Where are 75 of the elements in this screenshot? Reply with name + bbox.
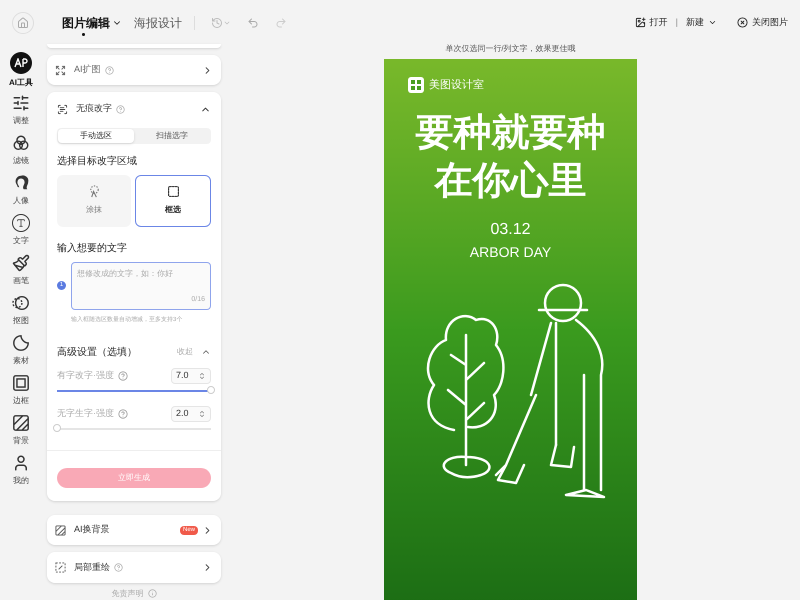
help-icon[interactable] xyxy=(118,370,128,381)
stepper-arrows-icon xyxy=(198,372,206,380)
redo-icon[interactable] xyxy=(275,16,287,28)
history-button[interactable] xyxy=(211,16,231,28)
local-repaint-card[interactable]: 局部重绘 xyxy=(47,552,221,583)
sticker-icon xyxy=(12,334,30,352)
caret-icon xyxy=(708,18,717,27)
help-icon[interactable] xyxy=(104,66,114,74)
poster-date: 03.12 xyxy=(490,220,531,240)
tool-rail-item[interactable]: 文字 xyxy=(1,210,41,250)
dashed-brush-icon xyxy=(55,562,66,574)
poster-headline: 在你心里 xyxy=(434,158,586,204)
stepper-arrows-icon xyxy=(198,410,206,418)
history-icon xyxy=(211,16,223,28)
tool-rail-item[interactable]: 调整 xyxy=(1,90,41,130)
tool-rail-item[interactable]: 边框 xyxy=(1,370,41,410)
mode-tab[interactable]: 海报设计 xyxy=(134,8,182,36)
poster-event: ARBOR DAY xyxy=(470,242,552,262)
tool-rail-item[interactable]: 抠图 xyxy=(1,290,41,330)
select-tool-option[interactable]: 框选 xyxy=(135,174,211,227)
slider-label: 无字生字·强度 xyxy=(57,407,114,420)
open-button[interactable]: 打开 xyxy=(634,16,668,30)
section-title: 输入想要的文字 xyxy=(57,242,128,256)
home-icon xyxy=(17,16,29,28)
tool-rail-item[interactable]: 素材 xyxy=(1,330,41,370)
brush-icon xyxy=(12,254,30,272)
canvas-hint: 单次仅选同一行/列文字，效果更佳哦 xyxy=(445,44,576,53)
new-button[interactable]: 新建 xyxy=(686,16,717,30)
help-icon[interactable] xyxy=(114,563,123,572)
brand-name: 美图设计室 xyxy=(429,78,484,93)
smear-hand-icon xyxy=(88,185,100,198)
sliders-icon xyxy=(12,94,30,112)
separator: | xyxy=(676,16,678,29)
hatched-square-icon xyxy=(12,414,30,432)
close-icon xyxy=(737,17,748,28)
card-title: AI扩图 xyxy=(74,63,101,76)
undo-icon[interactable] xyxy=(247,16,259,28)
frame-icon xyxy=(12,374,30,392)
help-icon[interactable] xyxy=(116,104,125,114)
card-title: 局部重绘 xyxy=(74,560,110,574)
mode-segment[interactable]: 手动选区 xyxy=(58,128,134,143)
ai-expand-card[interactable]: AI扩图 xyxy=(47,54,221,86)
tool-rail-item[interactable]: 画笔 xyxy=(1,250,41,290)
image-plus-icon xyxy=(634,17,646,28)
hatched-square-icon xyxy=(55,524,66,536)
expand-icon xyxy=(55,64,66,76)
tool-rail-item[interactable]: 人像 xyxy=(1,170,41,210)
tool-rail-item[interactable]: 我的 xyxy=(1,450,41,490)
section-title: 高级设置（选填） xyxy=(57,346,137,360)
slider-label: 有字改字·强度 xyxy=(57,369,114,382)
poster-headline: 要种就要种 xyxy=(416,110,606,156)
grid-logo-icon xyxy=(408,77,424,94)
slider-thumb[interactable] xyxy=(207,386,215,394)
help-icon[interactable] xyxy=(118,408,128,419)
user-icon xyxy=(12,454,30,472)
card-title: AI换背景 xyxy=(74,523,110,536)
section-title: 选择目标改字区域 xyxy=(57,154,138,169)
mode-segment[interactable]: 扫描选字 xyxy=(134,128,210,143)
ai-logo-icon xyxy=(10,52,32,74)
info-icon[interactable] xyxy=(148,589,156,598)
tool-rail-item[interactable]: 滤镜 xyxy=(1,130,41,170)
dashed-circle-icon xyxy=(12,294,30,312)
mode-tab[interactable]: 图片编辑 xyxy=(62,8,122,36)
close-image-button[interactable]: 关闭图片 xyxy=(737,16,788,30)
home-button[interactable] xyxy=(12,12,34,34)
text-swap-icon xyxy=(57,104,68,115)
select-tool-option[interactable]: 涂抹 xyxy=(57,174,131,227)
overlapping-circles-icon xyxy=(12,134,30,152)
tool-rail-item[interactable]: 背景 xyxy=(1,410,41,450)
card-title: 无痕改字 xyxy=(76,102,112,116)
number-stepper[interactable]: 2.0 xyxy=(171,406,211,422)
tool-rail-item[interactable]: AI工具 xyxy=(1,50,41,90)
dashed-square-icon xyxy=(166,185,180,198)
slider-thumb[interactable] xyxy=(53,424,61,432)
number-stepper[interactable]: 7.0 xyxy=(171,368,211,384)
